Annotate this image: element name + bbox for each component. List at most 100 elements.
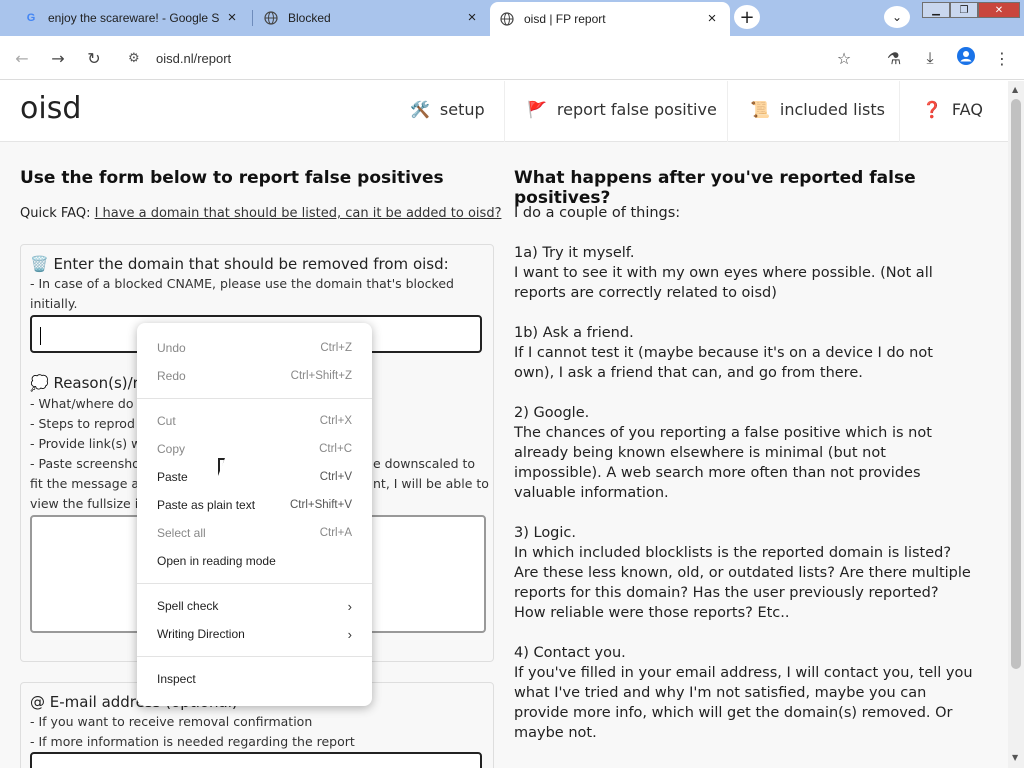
- nav-setup[interactable]: 🛠️ setup: [410, 100, 485, 119]
- profile-button[interactable]: [954, 46, 978, 70]
- chevron-right-icon: ›: [347, 626, 352, 642]
- context-menu: Undo Ctrl+Z Redo Ctrl+Shift+Z Cut Ctrl+X Co…: [137, 323, 372, 706]
- reason-line: - Paste screensho: [30, 456, 140, 471]
- info-line: 1a) Try it myself.: [514, 245, 635, 261]
- window-close-button[interactable]: ✕: [978, 2, 1020, 18]
- menu-shortcut: Ctrl+Z: [320, 342, 352, 354]
- address-bar[interactable]: ⚙ oisd.nl/report: [116, 42, 866, 74]
- tools-icon: 🛠️: [410, 100, 430, 119]
- menu-item-inspect[interactable]: Inspect: [137, 665, 372, 693]
- minimize-icon: ▁: [932, 4, 940, 16]
- reload-button[interactable]: ↻: [82, 46, 106, 70]
- info-line: provide more info, which will get the do…: [514, 705, 953, 721]
- nav-separator: [727, 81, 728, 142]
- menu-label: Open in reading mode: [157, 554, 276, 568]
- nav-report-false-positive[interactable]: 🚩 report false positive: [527, 100, 717, 119]
- new-tab-button[interactable]: +: [734, 5, 760, 29]
- nav-included-lists[interactable]: 📜 included lists: [750, 100, 885, 119]
- tab-blocked[interactable]: Blocked ×: [254, 4, 490, 32]
- menu-item-redo[interactable]: Redo Ctrl+Shift+Z: [137, 362, 372, 390]
- tab-title: Blocked: [288, 11, 331, 25]
- menu-separator: [137, 583, 372, 584]
- menu-shortcut: Ctrl+V: [319, 471, 352, 483]
- back-button[interactable]: ←: [10, 46, 34, 70]
- site-header: oisd 🛠️ setup 🚩 report false positive 📜 …: [0, 81, 1008, 142]
- globe-icon: [500, 12, 514, 26]
- reason-line: - Provide link(s) w: [30, 436, 142, 451]
- nav-label: included lists: [779, 100, 885, 119]
- menu-label: Select all: [157, 526, 206, 540]
- info-line: 2) Google.: [514, 405, 590, 421]
- star-icon: ☆: [836, 48, 852, 68]
- menu-button[interactable]: ⋮: [990, 46, 1014, 70]
- scroll-icon: 📜: [750, 100, 770, 119]
- site-logo[interactable]: oisd: [20, 91, 81, 126]
- browser-toolbar: ← → ↻ ⚙ oisd.nl/report ☆ ⚗ ⤓ ⋮: [0, 36, 1024, 80]
- menu-item-undo[interactable]: Undo Ctrl+Z: [137, 334, 372, 362]
- menu-label: Spell check: [157, 599, 219, 613]
- tab-oisd-report[interactable]: oisd | FP report ×: [490, 2, 730, 36]
- info-line: valuable information.: [514, 485, 669, 501]
- page-scrollbar[interactable]: ▲ ▼: [1008, 81, 1024, 768]
- menu-item-paste[interactable]: Paste Ctrl+V: [137, 463, 372, 491]
- info-line: maybe not.: [514, 725, 597, 741]
- arrow-left-icon: ←: [15, 48, 29, 68]
- info-line: 3) Logic.: [514, 525, 577, 541]
- domain-hint: - In case of a blocked CNAME, please use…: [30, 276, 454, 291]
- more-vert-icon: ⋮: [994, 48, 1010, 68]
- menu-shortcut: Ctrl+Shift+Z: [290, 370, 352, 382]
- minimize-button[interactable]: ▁: [922, 2, 950, 18]
- tab-title: enjoy the scareware! - Google S: [48, 11, 220, 25]
- info-line: How reliable were those reports? Etc..: [514, 605, 790, 621]
- close-icon[interactable]: ×: [704, 11, 720, 27]
- tab-title: oisd | FP report: [524, 12, 606, 26]
- reason-line: - Steps to reprod: [30, 416, 135, 431]
- info-line: I want to see it with my own eyes where …: [514, 265, 933, 281]
- info-line: 1b) Ask a friend.: [514, 325, 634, 341]
- menu-separator: [137, 656, 372, 657]
- downloads-button[interactable]: ⤓: [918, 46, 942, 70]
- scroll-down-icon[interactable]: ▼: [1012, 753, 1018, 762]
- globe-icon: [264, 11, 278, 25]
- maximize-icon: ❐: [959, 4, 969, 16]
- menu-shortcut: Ctrl+X: [319, 415, 352, 427]
- menu-item-reading-mode[interactable]: Open in reading mode: [137, 547, 372, 575]
- forward-button[interactable]: →: [46, 46, 70, 70]
- menu-item-spell-check[interactable]: Spell check ›: [137, 592, 372, 620]
- menu-item-cut[interactable]: Cut Ctrl+X: [137, 407, 372, 435]
- chevron-right-icon: ›: [347, 598, 352, 614]
- menu-item-paste-plain-text[interactable]: Paste as plain text Ctrl+Shift+V: [137, 491, 372, 519]
- text-caret: [40, 327, 41, 345]
- arrow-right-icon: →: [51, 48, 65, 68]
- tab-search-button[interactable]: ⌄: [884, 6, 910, 28]
- faq-link[interactable]: I have a domain that should be listed, c…: [95, 206, 502, 221]
- menu-item-select-all[interactable]: Select all Ctrl+A: [137, 519, 372, 547]
- maximize-button[interactable]: ❐: [950, 2, 978, 18]
- menu-label: Undo: [157, 341, 186, 355]
- faq-prefix: Quick FAQ:: [20, 206, 95, 221]
- scroll-up-icon[interactable]: ▲: [1012, 85, 1018, 94]
- menu-item-copy[interactable]: Copy Ctrl+C: [137, 435, 372, 463]
- quick-faq: Quick FAQ: I have a domain that should b…: [20, 206, 501, 221]
- info-line: impossible). A web search more often tha…: [514, 465, 921, 481]
- labs-button[interactable]: ⚗: [882, 46, 906, 70]
- bookmark-button[interactable]: ☆: [832, 46, 856, 70]
- close-icon[interactable]: ×: [464, 10, 480, 26]
- info-body: I do a couple of things: 1a) Try it myse…: [514, 203, 973, 743]
- tab-google[interactable]: G enjoy the scareware! - Google S ×: [14, 4, 250, 32]
- menu-label: Cut: [157, 414, 176, 428]
- site-settings-icon[interactable]: ⚙: [128, 51, 146, 66]
- reason-line: view the fullsize i: [30, 496, 139, 511]
- nav-label: report false positive: [556, 100, 717, 119]
- reason-title: 💭 Reason(s)/r: [30, 374, 139, 392]
- email-input[interactable]: [30, 752, 482, 768]
- close-icon[interactable]: ×: [224, 10, 240, 26]
- nav-label: setup: [439, 100, 485, 119]
- nav-faq[interactable]: ❓ FAQ: [922, 100, 983, 119]
- menu-item-writing-direction[interactable]: Writing Direction ›: [137, 620, 372, 648]
- email-hint: - If more information is needed regardin…: [30, 734, 355, 749]
- reason-line: fit the message a: [30, 476, 140, 491]
- scrollbar-thumb[interactable]: [1011, 99, 1021, 669]
